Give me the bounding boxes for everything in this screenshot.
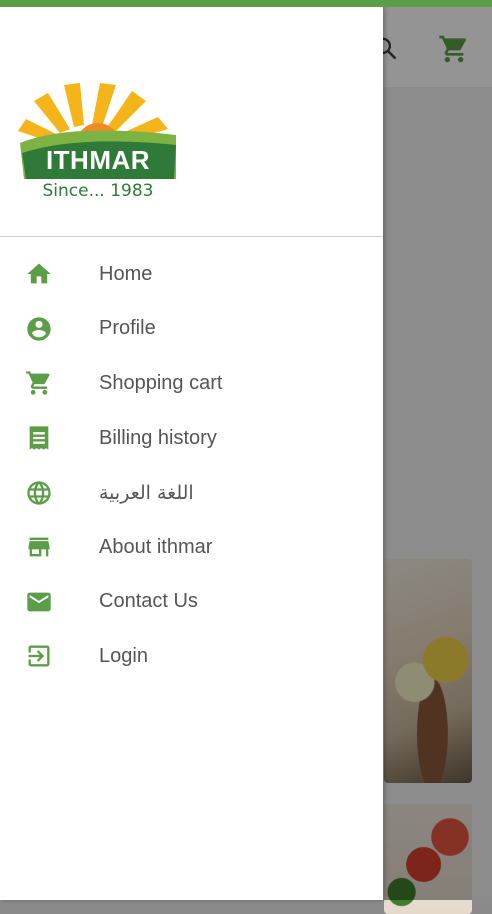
- drawer-item-profile[interactable]: Profile: [0, 302, 383, 357]
- home-icon: [25, 260, 53, 288]
- brand-name: ITHMAR: [45, 145, 151, 175]
- drawer-item-contact-us[interactable]: Contact Us: [0, 575, 383, 630]
- drawer-item-label: About ithmar: [99, 535, 213, 558]
- drawer-item-about[interactable]: About ithmar: [0, 520, 383, 575]
- ithmar-logo: ITHMAR Since... 1983: [18, 83, 178, 208]
- drawer-item-login[interactable]: Login: [0, 629, 383, 684]
- mail-icon: [25, 588, 53, 616]
- drawer-header: ITHMAR Since... 1983: [0, 7, 383, 237]
- brand-tagline: Since... 1983: [42, 181, 154, 201]
- shopping-cart-icon: [25, 369, 53, 397]
- drawer-item-label: اللغة العربية: [99, 481, 194, 504]
- drawer-item-label: Profile: [99, 317, 156, 340]
- drawer-menu: Home Profile Shopping cart Billing histo…: [0, 247, 383, 684]
- drawer-item-label: Shopping cart: [99, 371, 223, 394]
- globe-icon: [25, 479, 53, 507]
- drawer-item-arabic-language[interactable]: اللغة العربية: [0, 465, 383, 520]
- navigation-drawer: ITHMAR Since... 1983 Home Profile Shoppi…: [0, 7, 383, 900]
- drawer-item-billing-history[interactable]: Billing history: [0, 411, 383, 466]
- account-circle-icon: [25, 315, 53, 343]
- receipt-icon: [25, 424, 53, 452]
- drawer-item-label: Billing history: [99, 426, 217, 449]
- drawer-item-label: Contact Us: [99, 590, 198, 613]
- store-icon: [25, 533, 53, 561]
- status-bar: [0, 0, 492, 7]
- drawer-item-label: Home: [99, 262, 153, 285]
- drawer-item-label: Login: [99, 644, 148, 667]
- drawer-item-home[interactable]: Home: [0, 247, 383, 302]
- drawer-item-shopping-cart[interactable]: Shopping cart: [0, 356, 383, 411]
- login-icon: [25, 642, 53, 670]
